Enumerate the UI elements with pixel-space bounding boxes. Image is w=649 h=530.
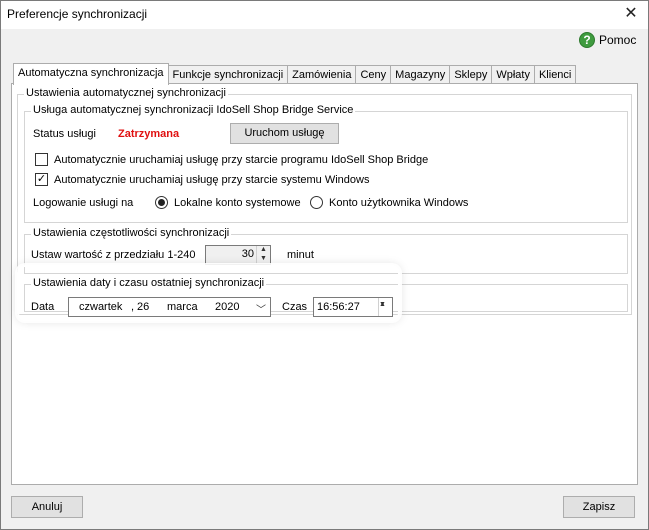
preferences-window: Preferencje synchronizacji ✕ ? Pomoc Aut… — [0, 0, 649, 530]
help-button[interactable]: ? Pomoc — [579, 31, 636, 49]
tab-customers[interactable]: Klienci — [533, 65, 577, 85]
close-icon[interactable]: ✕ — [622, 4, 640, 24]
autostart-program-checkbox[interactable] — [35, 153, 48, 166]
tab-panel: Ustawienia automatycznej synchronizacji … — [11, 83, 638, 485]
help-icon: ? — [579, 32, 595, 48]
tab-sync-functions[interactable]: Funkcje synchronizacji — [167, 65, 289, 85]
date-year: 2020 — [215, 301, 240, 313]
save-button[interactable]: Zapisz — [563, 496, 635, 518]
frequency-unit: minut — [287, 249, 314, 261]
tab-shops[interactable]: Sklepy — [449, 65, 493, 85]
frequency-value: 30 — [241, 248, 254, 260]
chevron-down-icon[interactable]: ﹀ — [256, 301, 266, 316]
login-label: Logowanie usługi na — [33, 197, 134, 209]
radio-local-account-label: Lokalne konto systemowe — [174, 196, 301, 209]
status-value: Zatrzymana — [118, 128, 180, 140]
time-stepper[interactable]: 16:56:27 ▲ ▼ — [313, 297, 393, 317]
frequency-spin[interactable]: ▲ ▼ — [256, 246, 270, 264]
last-sync-group: Ustawienia daty i czasu ostatniej synchr… — [24, 277, 628, 317]
help-label: Pomoc — [599, 33, 637, 47]
tab-payments[interactable]: Wpłaty — [491, 65, 535, 85]
window-title: Preferencje synchronizacji — [7, 7, 148, 21]
frequency-group-label: Ustawienia częstotliwości synchronizacji — [31, 227, 232, 239]
autostart-windows-checkbox[interactable]: ✓ — [35, 173, 48, 186]
frequency-stepper[interactable]: 30 ▲ ▼ — [205, 245, 271, 265]
cancel-button[interactable]: Anuluj — [11, 496, 83, 518]
date-picker[interactable]: czwartek , 26 marca 2020 ﹀ — [68, 297, 271, 317]
auto-sync-group-label: Ustawienia automatycznej synchronizacji — [24, 87, 228, 99]
radio-local-account-row[interactable]: Lokalne konto systemowe — [155, 196, 301, 209]
autostart-windows-label: Automatycznie uruchamiaj usługę przy sta… — [54, 173, 370, 186]
date-separator: , — [131, 301, 135, 313]
start-service-button[interactable]: Uruchom usługę — [230, 123, 339, 144]
time-spin[interactable]: ▲ ▼ — [378, 298, 392, 316]
radio-windows-account-row[interactable]: Konto użytkownika Windows — [310, 196, 468, 209]
service-group-label: Usługa automatycznej synchronizacji IdoS… — [31, 104, 356, 116]
status-label: Status usługi — [33, 128, 96, 140]
title-bar: Preferencje synchronizacji ✕ — [1, 1, 648, 29]
frequency-range-label: Ustaw wartość z przedziału 1-240 — [31, 249, 196, 261]
tab-strip: Automatyczna synchronizacja Funkcje sync… — [13, 63, 577, 85]
autostart-windows-row[interactable]: ✓ Automatycznie uruchamiaj usługę przy s… — [35, 173, 369, 186]
spin-up-icon[interactable]: ▲ — [257, 246, 270, 255]
autostart-program-row[interactable]: Automatycznie uruchamiaj usługę przy sta… — [35, 153, 428, 166]
date-weekday: czwartek — [79, 301, 123, 313]
auto-sync-group: Ustawienia automatycznej synchronizacji … — [17, 87, 632, 317]
autostart-program-label: Automatycznie uruchamiaj usługę przy sta… — [54, 153, 429, 166]
last-sync-group-label: Ustawienia daty i czasu ostatniej synchr… — [31, 277, 267, 289]
date-day: 26 — [137, 301, 150, 313]
tab-warehouses[interactable]: Magazyny — [390, 65, 451, 85]
radio-local-account[interactable] — [155, 196, 168, 209]
spin-down-icon[interactable]: ▼ — [257, 255, 270, 264]
tab-automatic-sync[interactable]: Automatyczna synchronizacja — [13, 63, 169, 85]
date-label: Data — [31, 301, 55, 313]
tab-orders[interactable]: Zamówienia — [287, 65, 357, 85]
time-down-icon[interactable]: ▼ — [379, 301, 386, 309]
radio-windows-account-label: Konto użytkownika Windows — [329, 196, 469, 209]
time-label: Czas — [282, 301, 308, 313]
radio-windows-account[interactable] — [310, 196, 323, 209]
frequency-group: Ustawienia częstotliwości synchronizacji… — [24, 227, 628, 274]
date-month: marca — [167, 301, 198, 313]
service-group: Usługa automatycznej synchronizacji IdoS… — [24, 104, 628, 223]
tab-prices[interactable]: Ceny — [355, 65, 392, 85]
time-value: 16:56:27 — [317, 301, 360, 313]
